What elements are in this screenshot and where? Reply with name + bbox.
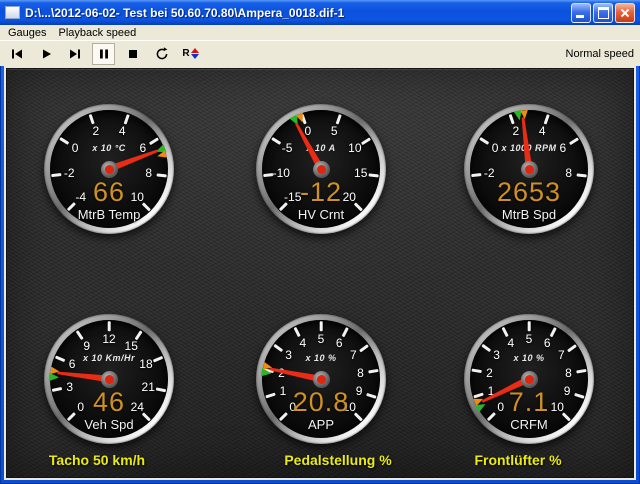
gauge-name: CRFM — [510, 417, 548, 432]
gauge-dial-label: 8 — [357, 365, 364, 380]
gauge-dial-label: 4 — [118, 124, 126, 139]
skip-end-icon — [67, 46, 83, 62]
gauge-app: 012345678910x 10 %20.8APP — [256, 314, 386, 444]
gauge-canvas: -4 -2 0 2 4 6 8 10 x 10 °C 66 MtrB Temp -15 -10 -5 0 5 1… — [6, 68, 634, 478]
menubar: Gauges Playback speed — [0, 25, 640, 40]
gauge-dial-label: 4 — [538, 124, 546, 139]
gauge-tick — [319, 320, 323, 331]
gauge-value: 66 — [92, 177, 126, 207]
skip-start-icon — [9, 46, 25, 62]
skip-end-button[interactable] — [63, 43, 86, 65]
gauge-hub — [100, 160, 118, 178]
pause-icon — [96, 46, 112, 62]
gauge-value: 20.8 — [292, 387, 350, 417]
gauge-caption: Pedalstellung % — [284, 452, 392, 468]
gauge-units: x 10 % — [513, 353, 545, 363]
playback-direction-button[interactable]: R — [179, 43, 202, 65]
stop-icon — [125, 46, 141, 62]
pause-button[interactable] — [92, 42, 115, 65]
gauge-crfm: 0 1 2 3 4 5 6 7 8 9 10 x 10 % 7.1 CRFM — [464, 314, 594, 444]
gauge-hub — [312, 160, 330, 178]
gauge-units: x 10 A — [306, 143, 336, 153]
client-area: -4 -2 0 2 4 6 8 10 x 10 °C 66 MtrB Temp -15 -10 -5 0 5 1… — [4, 66, 636, 480]
app-window: D:\...\2012-06-02- Test bei 50.60.70.80\… — [0, 0, 640, 484]
gauge-hv-crnt: -15 -10 -5 0 5 10 15 20 x 10 A -12 HV Crnt — [256, 104, 386, 234]
gauge-dial-label: 5 — [330, 124, 338, 139]
close-button[interactable] — [615, 2, 635, 23]
stop-button[interactable] — [121, 43, 144, 65]
gauge-mtrb-temp: -4 -2 0 2 4 6 8 10 x 10 °C 66 MtrB Temp — [44, 104, 174, 234]
play-button[interactable] — [34, 43, 57, 65]
toolbar: R Normal speed — [0, 40, 640, 66]
app-icon — [5, 6, 20, 19]
gauge-hub — [520, 160, 538, 178]
maximize-icon — [597, 6, 609, 19]
gauge-dial-label: 2 — [92, 124, 100, 139]
gauge-name: Veh Spd — [84, 417, 134, 432]
gauge-name: HV Crnt — [297, 207, 345, 222]
r-speed-icon: R — [182, 48, 199, 59]
gauge-value: 2653 — [496, 177, 562, 207]
gauge-value: -12 — [299, 177, 343, 207]
gauge-dial-label: 2 — [486, 365, 493, 380]
gauge-veh-spd: 0 3 6 9 12 15 18 21 24 x 10 Km/Hr 46 Veh Spd — [44, 314, 174, 444]
gauge-hub — [312, 370, 330, 388]
maximize-button[interactable] — [593, 2, 613, 23]
loop-icon — [154, 46, 170, 62]
gauge-dial-label: 8 — [565, 365, 572, 380]
gauge-name: MtrB Spd — [501, 207, 557, 222]
gauge-name: MtrB Temp — [77, 207, 141, 222]
gauge-caption: Tacho 50 km/h — [48, 452, 146, 468]
window-title: D:\...\2012-06-02- Test bei 50.60.70.80\… — [25, 5, 345, 20]
skip-start-button[interactable] — [5, 43, 28, 65]
gauge-tick — [527, 320, 531, 331]
playback-speed-status: Normal speed — [565, 47, 634, 60]
titlebar[interactable]: D:\...\2012-06-02- Test bei 50.60.70.80\… — [0, 0, 640, 25]
menu-playback-speed[interactable]: Playback speed — [54, 26, 144, 40]
gauge-hub — [520, 370, 538, 388]
menu-gauges[interactable]: Gauges — [3, 26, 54, 40]
gauge-units: x 10 Km/Hr — [82, 353, 136, 363]
minimize-icon — [576, 14, 584, 18]
play-icon — [38, 46, 54, 62]
gauge-caption: Frontlüfter % — [474, 452, 562, 468]
gauge-value: 46 — [92, 387, 126, 417]
loop-button[interactable] — [150, 43, 173, 65]
gauge-name: APP — [307, 417, 334, 432]
gauge-dial-label: 15 — [124, 338, 138, 353]
gauge-tick — [107, 320, 111, 331]
playback-controls: R — [0, 42, 202, 65]
gauge-mtrb-spd: -2 0 2 4 6 8 x 1000 RPM 2653 MtrB Spd — [464, 104, 594, 234]
gauge-units: x 10 % — [305, 353, 337, 363]
minimize-button[interactable] — [571, 2, 591, 23]
window-controls — [571, 2, 635, 23]
gauge-hub — [100, 370, 118, 388]
